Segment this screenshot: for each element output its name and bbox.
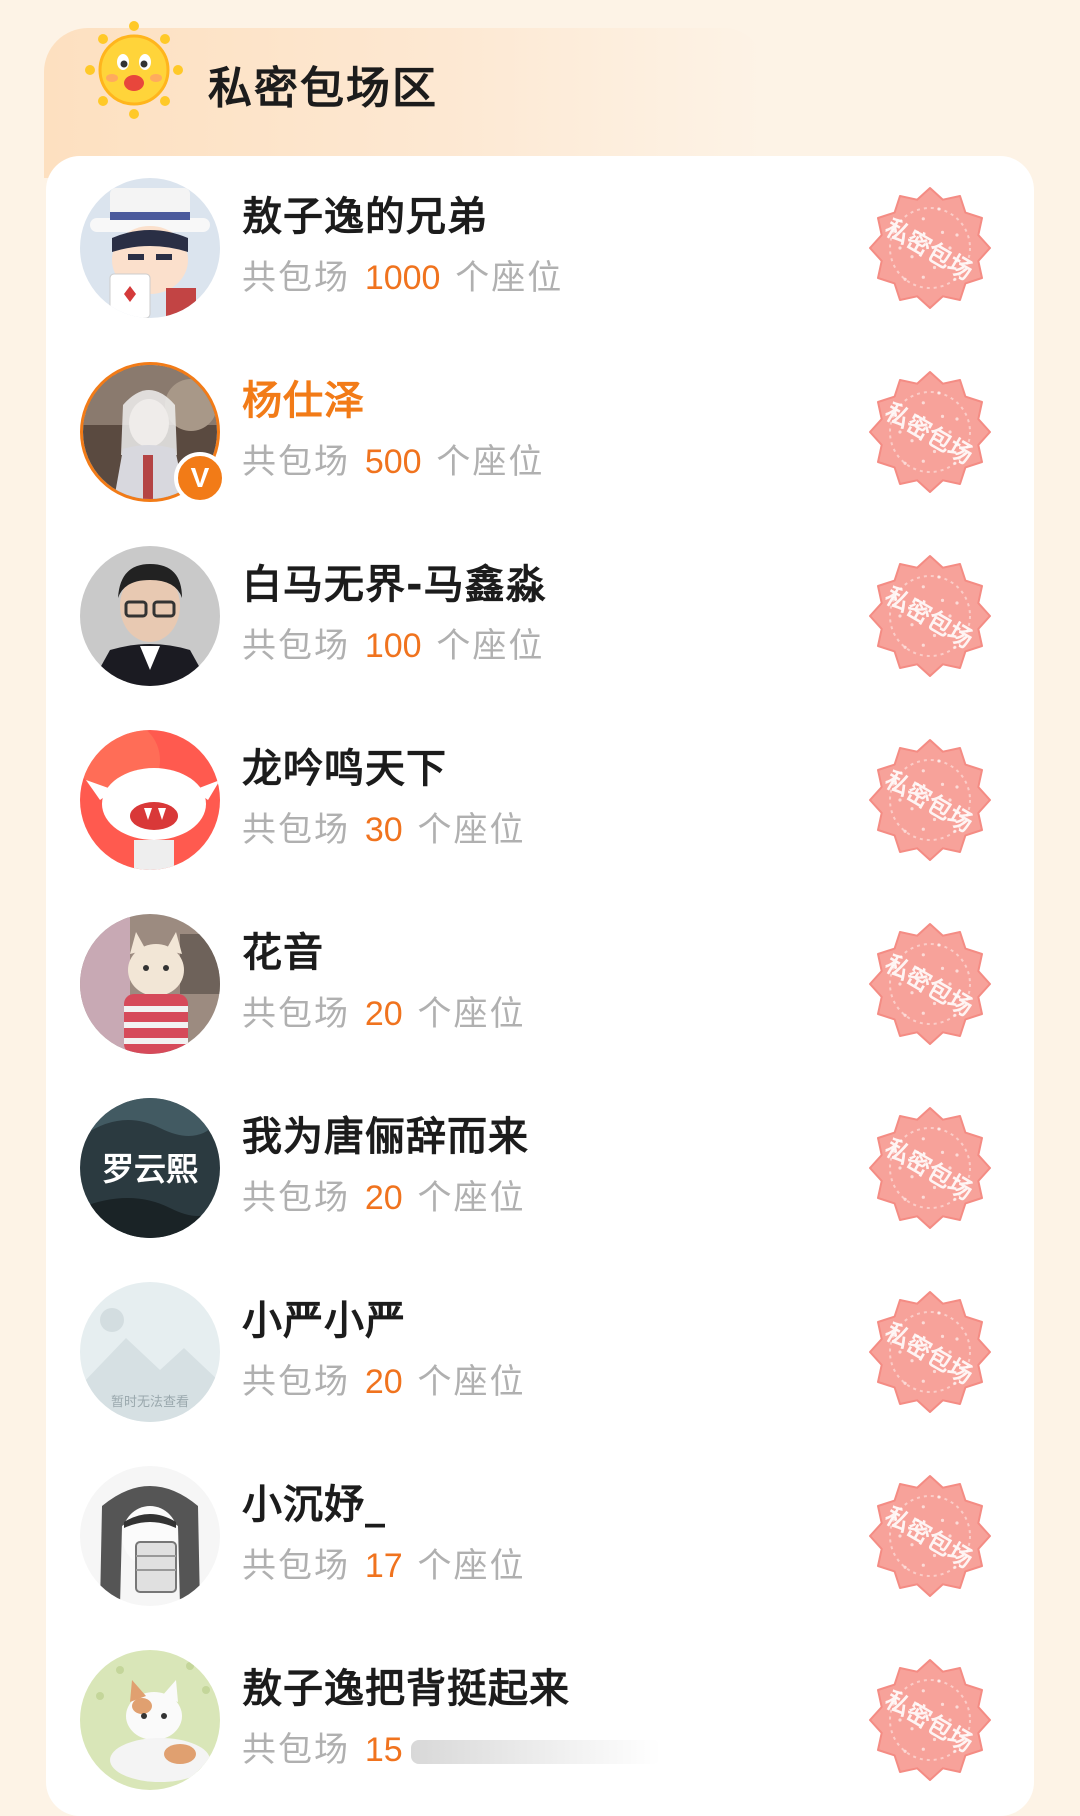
seat-count: 1000	[364, 259, 441, 297]
user-name: 敖子逸的兄弟	[242, 194, 488, 240]
manga-girl-avatar[interactable]	[80, 1466, 220, 1606]
seat-count: 30	[364, 811, 403, 849]
user-name: 我为唐俪辞而来	[242, 1114, 529, 1160]
seat-info: 共包场 500 个座位	[242, 442, 545, 482]
private-booking-stamp-icon: 私密包场	[868, 554, 992, 678]
seat-info: 共包场 1000 个座位	[242, 258, 564, 298]
verified-badge-icon: V	[174, 452, 226, 504]
list-item[interactable]: V 杨仕泽 共包场 500 个座位 私密包场	[46, 340, 1034, 524]
list-item[interactable]: 小沉妤_ 共包场 17 个座位 私密包场	[46, 1444, 1034, 1628]
list-item[interactable]: 白马无界-马鑫淼 共包场 100 个座位 私密包场	[46, 524, 1034, 708]
private-booking-stamp-icon: 私密包场	[868, 1658, 992, 1782]
list-item[interactable]: 敖子逸把背挺起来 共包场 15 私密包场	[46, 1628, 1034, 1812]
user-name: 龙吟鸣天下	[242, 746, 447, 792]
user-name: 小严小严	[242, 1298, 406, 1344]
avatar-calligraphy-text: 罗云熙	[102, 1150, 198, 1188]
user-name: 敖子逸把背挺起来	[242, 1666, 570, 1712]
list-item[interactable]: 敖子逸的兄弟 共包场 1000 个座位 私密包场	[46, 156, 1034, 340]
seat-info: 共包场 15	[242, 1722, 661, 1771]
private-booking-stamp-icon: 私密包场	[868, 1290, 992, 1414]
user-name: 小沉妤_	[242, 1482, 386, 1528]
private-booking-stamp-icon: 私密包场	[868, 186, 992, 310]
cat-in-sweater-avatar[interactable]	[80, 914, 220, 1054]
list-item[interactable]: 罗云熙 我为唐俪辞而来 共包场 20 个座位 私密包场	[46, 1076, 1034, 1260]
anime-magician-avatar[interactable]	[80, 178, 220, 318]
seat-info: 共包场 100 个座位	[242, 626, 545, 666]
cartoon-ghost-avatar[interactable]	[80, 730, 220, 870]
list-item[interactable]: 花音 共包场 20 个座位 私密包场	[46, 892, 1034, 1076]
seat-count: 100	[364, 627, 422, 665]
seat-info: 共包场 30 个座位	[242, 810, 526, 850]
blurred-overlay	[410, 1739, 661, 1764]
calligraphy-poster-avatar[interactable]: 罗云熙	[80, 1098, 220, 1238]
man-with-glasses-avatar[interactable]	[80, 546, 220, 686]
private-booking-stamp-icon: 私密包场	[868, 1106, 992, 1230]
seat-count: 15	[364, 1731, 403, 1769]
avatar-placeholder-text: 暂时无法查看	[111, 1394, 189, 1410]
seat-count: 20	[364, 1363, 403, 1401]
white-cat-avatar[interactable]	[80, 1650, 220, 1790]
seat-count: 20	[364, 995, 403, 1033]
user-name: 花音	[242, 930, 324, 976]
seat-info: 共包场 17 个座位	[242, 1546, 526, 1586]
seat-count: 17	[364, 1547, 403, 1585]
private-booking-stamp-icon: 私密包场	[868, 738, 992, 862]
unavailable-image-avatar[interactable]: 暂时无法查看	[80, 1282, 220, 1422]
section-title: 私密包场区	[208, 63, 438, 114]
seat-info: 共包场 20 个座位	[242, 1362, 526, 1402]
list-item[interactable]: 龙吟鸣天下 共包场 30 个座位 私密包场	[46, 708, 1034, 892]
sun-mascot-icon	[84, 20, 184, 120]
private-booking-list: 敖子逸的兄弟 共包场 1000 个座位 私密包场 V 杨仕泽 共包场 500 个…	[46, 156, 1034, 1816]
seat-info: 共包场 20 个座位	[242, 1178, 526, 1218]
private-booking-stamp-icon: 私密包场	[868, 370, 992, 494]
user-name: 白马无界-马鑫淼	[242, 562, 547, 608]
private-booking-stamp-icon: 私密包场	[868, 1474, 992, 1598]
private-booking-stamp-icon: 私密包场	[868, 922, 992, 1046]
list-item[interactable]: 暂时无法查看 小严小严 共包场 20 个座位 私密包场	[46, 1260, 1034, 1444]
seat-info: 共包场 20 个座位	[242, 994, 526, 1034]
seat-count: 20	[364, 1179, 403, 1217]
seat-count: 500	[364, 443, 422, 481]
user-name: 杨仕泽	[242, 378, 365, 424]
